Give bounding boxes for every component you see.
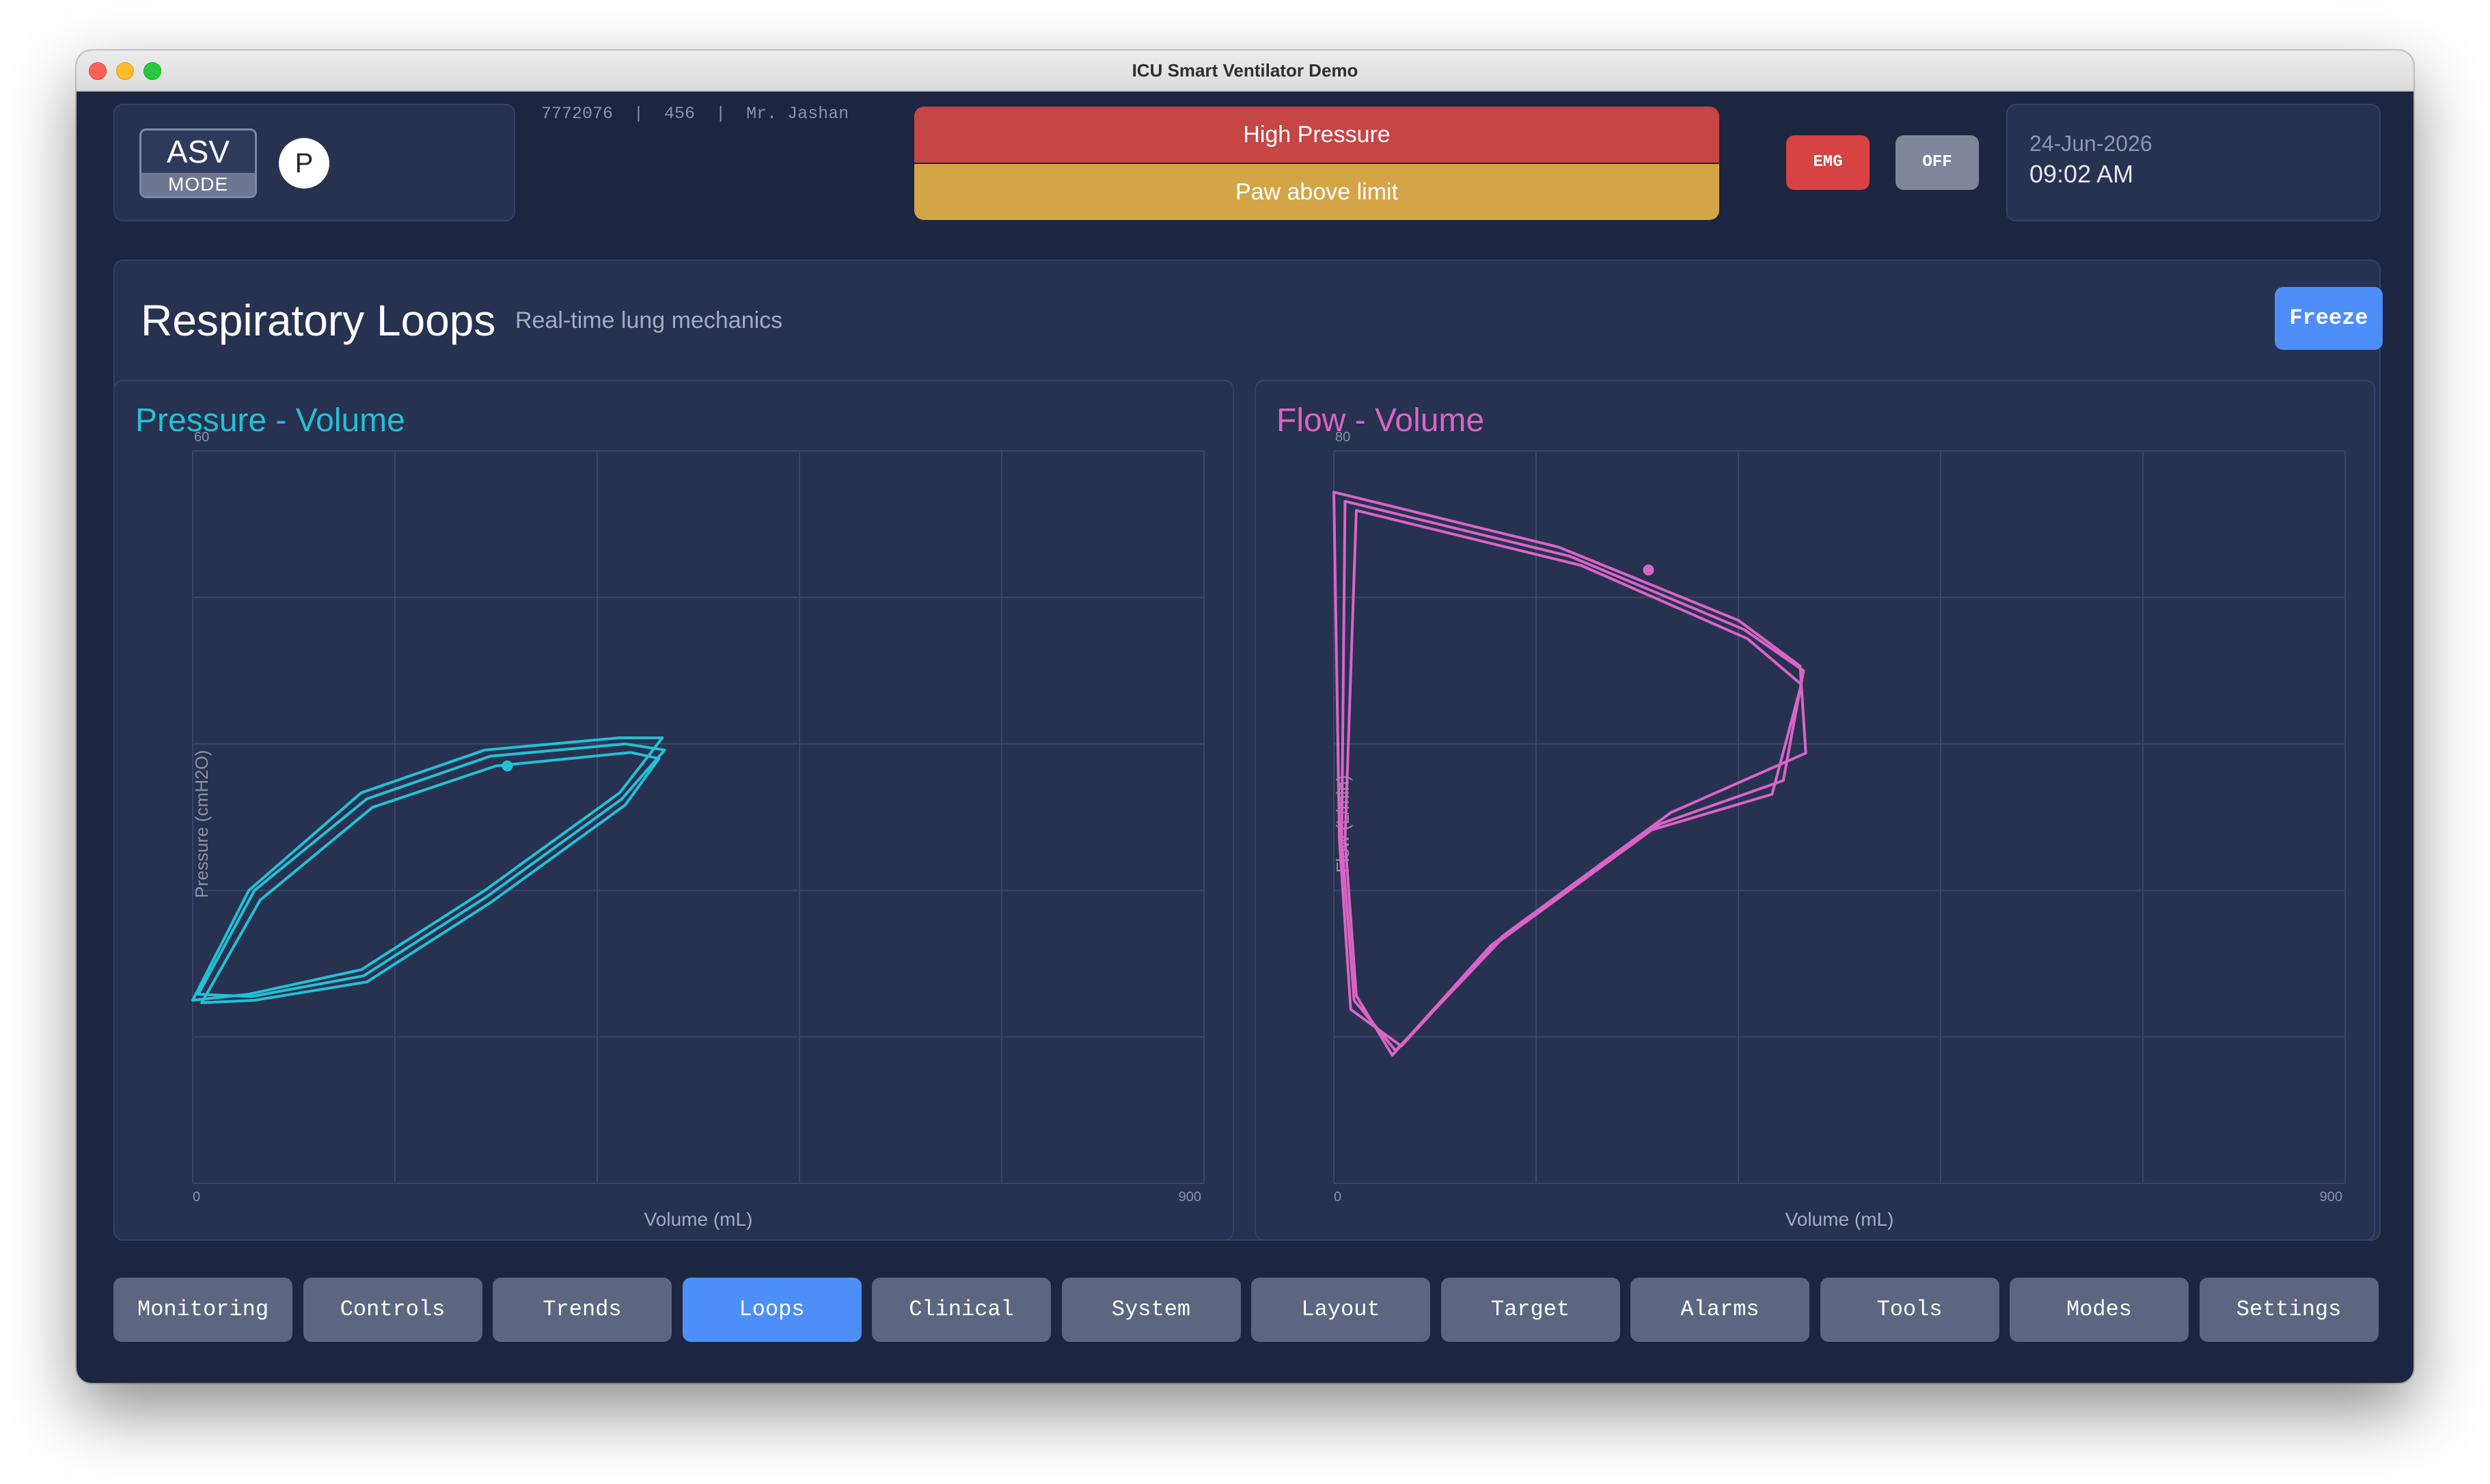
loop-series-2 <box>1340 499 1805 1052</box>
emg-button[interactable]: EMG <box>1786 135 1870 190</box>
x-tick-label: 900 <box>2320 1190 2342 1205</box>
loop-series-2 <box>197 742 666 998</box>
loop-series-3 <box>1343 509 1803 1057</box>
tab-modes[interactable]: Modes <box>2010 1278 2189 1342</box>
y-axis-label: Pressure (cmH2O) <box>191 750 212 898</box>
patient-name: Mr. Jashan <box>746 104 849 124</box>
time-display: 09:02 AM <box>2029 160 2134 188</box>
tab-alarms[interactable]: Alarms <box>1630 1278 1809 1342</box>
tab-settings[interactable]: Settings <box>2199 1278 2379 1342</box>
app-window: ICU Smart Ventilator Demo ASV MODE P 777… <box>77 51 2413 1383</box>
x-axis-label: Volume (mL) <box>1786 1209 1894 1230</box>
patient-bed: 456 <box>664 104 696 124</box>
pressure-volume-chart: 0 900 60 Volume (mL) Pressure (cmH2O) <box>191 430 1205 1230</box>
x-tick-label: 900 <box>1179 1190 1201 1205</box>
patient-id: 7772076 <box>541 104 614 124</box>
tab-target[interactable]: Target <box>1440 1278 1620 1342</box>
pressure-indicator-badge[interactable]: P <box>279 138 329 189</box>
tab-clinical[interactable]: Clinical <box>872 1278 1051 1342</box>
y-tick-label: 80 <box>1335 430 1350 445</box>
mode-label: MODE <box>141 173 255 196</box>
page-subtitle: Real-time lung mechanics <box>515 307 783 333</box>
flow-volume-card: Flow - Volume 0 900 80 Volume (mL) Flow (L/m… <box>1255 380 2375 1241</box>
mode-name: ASV <box>166 134 230 169</box>
pressure-volume-card: Pressure - Volume 0 900 60 Volume (mL) Press… <box>113 380 1234 1241</box>
tab-monitoring[interactable]: Monitoring <box>113 1278 292 1342</box>
patient-info: 7772076 | 456 | Mr. Jashan <box>541 104 849 131</box>
loop-cursor-marker <box>502 760 513 771</box>
date-display: 24-Jun-2026 <box>2029 131 2152 156</box>
loop-cursor-marker <box>1643 564 1654 576</box>
loop-series-1 <box>1332 491 1807 1047</box>
y-tick-label: 60 <box>194 430 209 445</box>
x-axis-label: Volume (mL) <box>644 1209 753 1230</box>
tab-loops[interactable]: Loops <box>682 1278 862 1342</box>
freeze-button[interactable]: Freeze <box>2275 287 2383 350</box>
tab-controls[interactable]: Controls <box>303 1278 482 1342</box>
tab-tools[interactable]: Tools <box>1820 1278 1999 1342</box>
x-tick-label: 0 <box>193 1190 200 1205</box>
tab-system[interactable]: System <box>1061 1278 1241 1342</box>
x-tick-label: 0 <box>1334 1190 1341 1205</box>
flow-volume-chart: 0 90080Volume (mL)Flow (L/min) <box>1332 430 2346 1230</box>
page-title: Respiratory Loops <box>141 296 496 345</box>
patient-separator: | <box>715 104 726 124</box>
tab-layout[interactable]: Layout <box>1251 1278 1430 1342</box>
mode-panel: ASV MODE P <box>113 104 515 221</box>
alarm-high-pressure[interactable]: High Pressure <box>914 107 1719 163</box>
alarm-paw-above-limit[interactable]: Paw above limit <box>914 164 1719 220</box>
mode-indicator[interactable]: ASV MODE <box>139 128 257 198</box>
window-title: ICU Smart Ventilator Demo <box>1132 60 1358 81</box>
title-bar: ICU Smart Ventilator Demo <box>77 51 2413 92</box>
tab-trends[interactable]: Trends <box>493 1278 672 1342</box>
patient-separator: | <box>633 104 644 124</box>
loops-panel: Respiratory Loops Real-time lung mechani… <box>113 260 2383 1241</box>
off-button[interactable]: OFF <box>1896 135 1979 190</box>
